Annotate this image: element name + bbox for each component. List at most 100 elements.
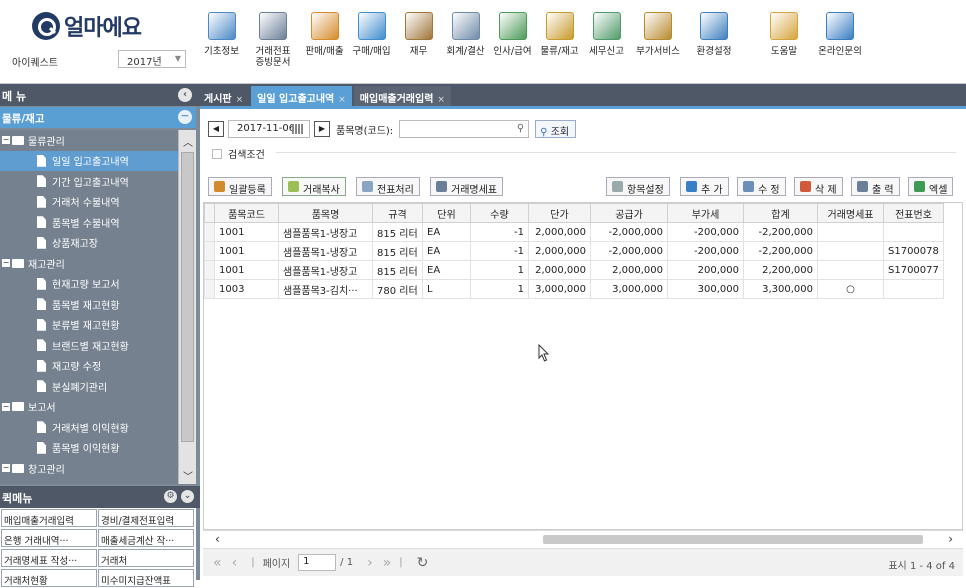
tree-folder[interactable]: − 보고서 bbox=[0, 397, 178, 418]
trade-statement-button[interactable]: 거래명세표 bbox=[430, 177, 503, 196]
horizontal-scrollbar[interactable]: ‹ › bbox=[203, 530, 963, 546]
collapse-toggle-icon[interactable]: − bbox=[2, 464, 10, 473]
tree-scrollbar[interactable]: ︿ ﹀ bbox=[178, 130, 196, 484]
table-row[interactable]: 1001 샘플품목1-냉장고 815 리터 EA -1 2,000,000 -2,000,0… bbox=[204, 241, 944, 261]
table-row[interactable]: 1001 샘플품목1-냉장고 815 리터 EA 1 2,000,000 2,000,000… bbox=[204, 260, 944, 280]
table-cell[interactable]: EA bbox=[422, 222, 471, 242]
table-cell[interactable]: -1 bbox=[470, 222, 529, 242]
table-cell[interactable]: 2,000,000 bbox=[590, 260, 668, 280]
table-cell[interactable]: 2,000,000 bbox=[528, 260, 591, 280]
collapse-toggle-icon[interactable]: − bbox=[2, 259, 10, 268]
tree-item[interactable]: 거래처 수불내역 bbox=[0, 192, 178, 213]
tree-item[interactable]: 품목별 수불내역 bbox=[0, 212, 178, 233]
tree-item[interactable]: 품목별 이익현황 bbox=[0, 438, 178, 459]
tree-scroll-thumb[interactable] bbox=[181, 152, 194, 442]
edit-button[interactable]: 수 정 bbox=[737, 177, 786, 196]
table-cell[interactable]: 815 리터 bbox=[372, 222, 423, 242]
menu-item-4[interactable]: 재무 bbox=[397, 6, 440, 76]
next-page-icon[interactable]: › bbox=[367, 555, 373, 571]
tree-item[interactable]: 상품재고장 bbox=[0, 233, 178, 254]
column-header[interactable]: 부가세 bbox=[667, 203, 744, 223]
page-input[interactable]: 1 bbox=[298, 554, 337, 571]
condition-checkbox[interactable] bbox=[212, 148, 222, 159]
table-cell[interactable]: 3,000,000 bbox=[528, 279, 591, 299]
query-button[interactable]: ⚲ 조회 bbox=[535, 120, 577, 138]
table-cell[interactable]: EA bbox=[422, 241, 471, 261]
tree-item[interactable]: 분류별 재고현황 bbox=[0, 315, 178, 336]
menu-item-5[interactable]: 회계/결산 bbox=[444, 6, 487, 76]
item-name-input[interactable]: ⚲ bbox=[399, 120, 530, 138]
column-header[interactable]: 공급가 bbox=[590, 203, 668, 223]
horizontal-scroll-thumb[interactable] bbox=[543, 535, 923, 544]
table-cell[interactable]: -2,000,000 bbox=[590, 241, 668, 261]
menu-item-0[interactable]: 기초정보 bbox=[200, 6, 243, 76]
copy-trade-button[interactable]: 거래복사 bbox=[282, 177, 346, 196]
gear-icon[interactable]: ⚙ bbox=[164, 490, 177, 503]
tree-item[interactable]: 브랜드별 재고현황 bbox=[0, 335, 178, 356]
prev-page-icon[interactable]: ‹ bbox=[232, 555, 238, 571]
table-row[interactable]: 1003 샘플품목3-김치··· 780 리터 L 1 3,000,000 3,000,00… bbox=[204, 279, 944, 299]
column-header[interactable]: 수량 bbox=[470, 203, 529, 223]
table-cell[interactable]: 2,000,000 bbox=[528, 222, 591, 242]
table-cell[interactable]: 샘플품목1-냉장고 bbox=[278, 222, 373, 242]
table-cell[interactable]: 200,000 bbox=[667, 260, 744, 280]
quick-menu-item[interactable]: 매출세금계산 작··· bbox=[98, 529, 194, 547]
tree-item[interactable]: 현재고량 보고서 bbox=[0, 274, 178, 295]
menu-item-2[interactable]: 판매/매출 bbox=[303, 6, 346, 76]
column-header[interactable]: 품목코드 bbox=[214, 203, 279, 223]
table-cell[interactable]: EA bbox=[422, 260, 471, 280]
table-cell[interactable] bbox=[883, 222, 944, 242]
table-cell[interactable]: 2,000,000 bbox=[528, 241, 591, 261]
add-button[interactable]: 추 가 bbox=[680, 177, 729, 196]
menu-item-7[interactable]: 물류/재고 bbox=[538, 6, 581, 76]
table-cell[interactable]: 780 리터 bbox=[372, 279, 423, 299]
close-tab-icon[interactable]: × bbox=[236, 95, 244, 105]
table-cell[interactable]: 1001 bbox=[214, 222, 279, 242]
table-cell[interactable]: -200,000 bbox=[667, 222, 744, 242]
table-cell[interactable]: -2,000,000 bbox=[590, 222, 668, 242]
table-cell[interactable]: 3,300,000 bbox=[743, 279, 818, 299]
first-page-icon[interactable]: « bbox=[213, 555, 222, 571]
menu-item-8[interactable]: 세무신고 bbox=[585, 6, 628, 76]
tab-1[interactable]: 일일 입고출고내역 × bbox=[251, 86, 352, 106]
column-header[interactable]: 합계 bbox=[743, 203, 818, 223]
tree-item[interactable]: 분실폐기관리 bbox=[0, 376, 178, 397]
table-cell[interactable]: 1 bbox=[470, 260, 529, 280]
table-cell[interactable]: 300,000 bbox=[667, 279, 744, 299]
search-condition[interactable]: 검색조건 bbox=[212, 146, 265, 161]
tree-folder[interactable]: − 창고관리 bbox=[0, 458, 178, 479]
table-cell[interactable]: -1 bbox=[470, 241, 529, 261]
table-cell[interactable]: 샘플품목1-냉장고 bbox=[278, 241, 373, 261]
column-header[interactable]: 규격 bbox=[372, 203, 423, 223]
table-cell[interactable] bbox=[817, 260, 884, 280]
column-header[interactable]: 단가 bbox=[528, 203, 591, 223]
scroll-left-icon[interactable]: ‹ bbox=[215, 532, 220, 546]
tab-0[interactable]: 게시판 × bbox=[200, 86, 250, 106]
column-settings-button[interactable]: 항목설정 bbox=[606, 177, 670, 196]
quick-menu-item[interactable]: 경비/결제전표입력 bbox=[98, 509, 194, 527]
table-cell[interactable]: -2,200,000 bbox=[743, 222, 818, 242]
quick-menu-item[interactable]: 미수미지급잔액표 bbox=[98, 569, 194, 587]
excel-button[interactable]: 엑셀 bbox=[908, 177, 954, 196]
column-header[interactable]: 전표번호 bbox=[883, 203, 944, 223]
menu-item-6[interactable]: 인사/급여 bbox=[491, 6, 534, 76]
column-header[interactable]: 단위 bbox=[422, 203, 471, 223]
menu-item-9[interactable]: 부가서비스 bbox=[632, 6, 684, 76]
quick-menu-item[interactable]: 거래처 bbox=[98, 549, 194, 567]
refresh-icon[interactable]: ↻ bbox=[417, 555, 429, 571]
collapse-sidebar-icon[interactable]: ‹ bbox=[178, 88, 192, 102]
scroll-right-icon[interactable]: › bbox=[948, 532, 953, 546]
table-cell[interactable] bbox=[817, 241, 884, 261]
table-cell[interactable]: -200,000 bbox=[667, 241, 744, 261]
close-tab-icon[interactable]: × bbox=[338, 95, 346, 105]
scroll-up-icon[interactable]: ︿ bbox=[182, 134, 194, 149]
table-cell[interactable]: 1001 bbox=[214, 260, 279, 280]
menu-item-3[interactable]: 구매/매입 bbox=[350, 6, 393, 76]
table-cell[interactable]: 1003 bbox=[214, 279, 279, 299]
process-voucher-button[interactable]: 전표처리 bbox=[356, 177, 420, 196]
table-cell[interactable]: 샘플품목3-김치··· bbox=[278, 279, 373, 299]
calendar-icon[interactable] bbox=[292, 124, 303, 134]
menu-item-10[interactable]: 환경설정 bbox=[688, 6, 740, 76]
table-cell[interactable]: 815 리터 bbox=[372, 241, 423, 261]
tree-item[interactable]: 재고량 수정 bbox=[0, 356, 178, 377]
